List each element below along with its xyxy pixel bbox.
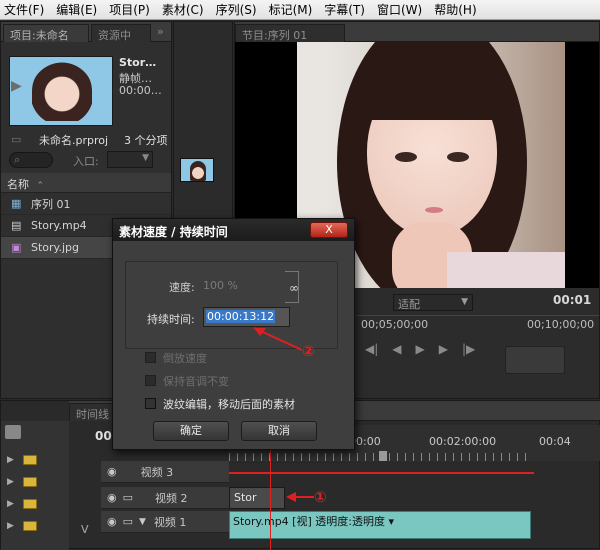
annotation-overlay xyxy=(253,327,314,502)
arrow-head-icon xyxy=(286,492,296,502)
annotation-marker-2: ② xyxy=(302,342,315,360)
annotation-marker-1: ① xyxy=(314,488,327,506)
